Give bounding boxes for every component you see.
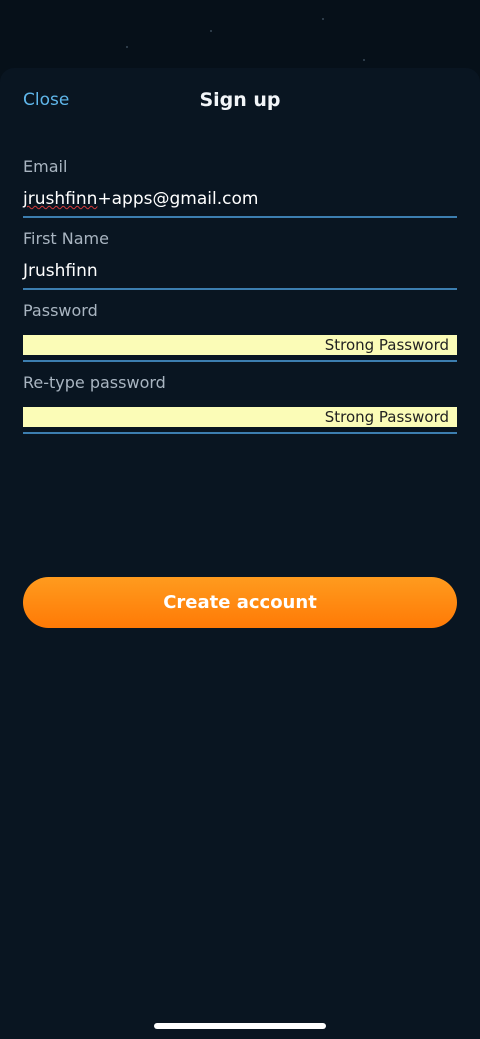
password-label: Password <box>23 301 98 320</box>
create-account-label: Create account <box>163 592 317 613</box>
retype-password-label: Re-type password <box>23 373 166 392</box>
strong-password-badge[interactable]: Strong Password <box>325 407 449 427</box>
page-title: Sign up <box>199 89 281 111</box>
first-name-label: First Name <box>23 229 109 248</box>
background-star <box>363 59 365 61</box>
email-label: Email <box>23 157 68 176</box>
email-misspelled-part: jrushfinn <box>23 189 98 209</box>
password-underline <box>23 360 457 362</box>
retype-password-underline <box>23 432 457 434</box>
background-star <box>322 18 324 20</box>
strong-password-badge[interactable]: Strong Password <box>325 335 449 355</box>
retype-password-input[interactable]: Strong Password <box>23 407 457 427</box>
retype-password-field[interactable]: Re-type password Strong Password <box>23 372 457 436</box>
password-input[interactable]: Strong Password <box>23 335 457 355</box>
email-value-rest: +apps@gmail.com <box>97 189 259 209</box>
email-input[interactable]: jrushfinn+apps@gmail.com <box>23 187 258 211</box>
first-name-input[interactable]: Jrushfinn <box>23 259 98 283</box>
background-star <box>210 30 212 32</box>
first-name-field[interactable]: First Name Jrushfinn <box>23 228 457 292</box>
password-field[interactable]: Password Strong Password <box>23 300 457 364</box>
background-star <box>126 46 128 48</box>
first-name-underline <box>23 288 457 290</box>
signup-sheet: Close Sign up Email jrushfinn+apps@gmail… <box>0 68 480 1039</box>
home-indicator[interactable] <box>154 1023 326 1029</box>
email-field[interactable]: Email jrushfinn+apps@gmail.com <box>23 156 457 220</box>
sheet-header: Close Sign up <box>0 68 480 132</box>
create-account-button[interactable]: Create account <box>23 577 457 628</box>
email-underline <box>23 216 457 218</box>
